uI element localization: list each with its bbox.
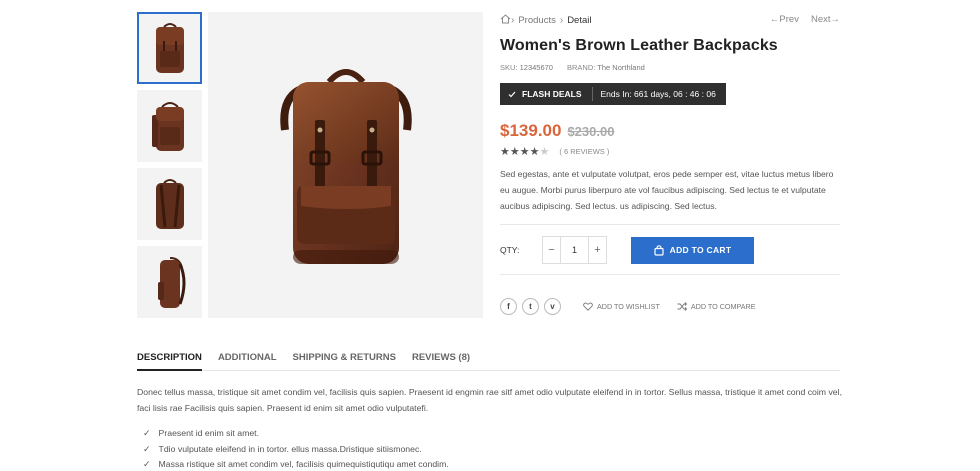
tab-panel-description: Donec tellus massa, tristique sit amet c… — [137, 384, 842, 471]
original-price: $230.00 — [567, 124, 615, 139]
short-description: Sed egestas, ante et vulputate volutpat,… — [500, 169, 834, 211]
rating-row: ★★★★★ ( 6 REVIEWS ) — [500, 145, 840, 158]
vimeo-icon[interactable]: v — [544, 297, 561, 315]
description-paragraph: Donec tellus massa, tristique sit amet c… — [137, 387, 842, 413]
product-details: › Products › Detail ←Prev Next→ Women's … — [500, 12, 840, 316]
breadcrumb-separator: › — [559, 14, 564, 26]
feature-list: ✓ Praesent id enim sit amet. ✓ Tdio vulput… — [137, 426, 842, 471]
star-icon: ★ — [509, 146, 520, 158]
backpack-thumb-image — [157, 257, 185, 308]
home-icon[interactable] — [500, 13, 511, 27]
brand-value[interactable]: The Northland — [597, 63, 645, 72]
countdown-timer: Ends In: 661 days, 06 : 46 : 06 — [600, 89, 716, 99]
main-product-image[interactable] — [208, 12, 483, 318]
product-meta: SKU: 12345670 BRAND: The Northland — [500, 63, 840, 72]
check-icon: ✓ — [143, 459, 151, 469]
star-icon: ★ — [519, 146, 530, 158]
thumbnail-4[interactable] — [137, 246, 202, 318]
sku-value: 12345670 — [519, 63, 553, 72]
compare-label: ADD TO COMPARE — [690, 301, 756, 311]
feature-text: Praesent id enim sit amet. — [158, 428, 259, 438]
next-link[interactable]: Next→ — [811, 14, 840, 25]
feature-item: ✓ Tdio vulputate eleifend in in tortor. e… — [137, 442, 842, 458]
breadcrumb: › Products › Detail ←Prev Next→ — [500, 12, 840, 28]
feature-text: Tdio vulputate eleifend in in tortor. el… — [158, 443, 422, 454]
feature-item: ✓ Massa ristique sit amet condim vel, fac… — [137, 457, 842, 471]
flash-deal-banner: FLASH DEALS Ends In: 661 days, 06 : 46 :… — [500, 83, 726, 105]
share-row: f t v ADD TO WISHLIST ADD TO COMPARE — [500, 296, 840, 316]
add-to-cart-label: ADD TO CART — [669, 245, 732, 255]
thumbnail-list — [137, 12, 203, 324]
feature-item: ✓ Praesent id enim sit amet. — [137, 426, 842, 442]
product-title: Women's Brown Leather Backpacks — [500, 37, 778, 54]
backpack-thumb-image — [151, 102, 184, 151]
breadcrumb-detail: Detail — [567, 14, 592, 26]
feature-text: Massa ristique sit amet condim vel, faci… — [158, 459, 449, 469]
breadcrumb-products[interactable]: Products — [518, 15, 556, 26]
wishlist-label: ADD TO WISHLIST — [597, 301, 660, 311]
star-icon: ★ — [529, 146, 540, 158]
heart-icon — [583, 302, 593, 311]
breadcrumb-separator: › — [511, 14, 515, 26]
check-icon: ✓ — [143, 428, 151, 438]
check-icon — [508, 91, 516, 97]
shuffle-icon — [677, 301, 687, 311]
review-count-link[interactable]: ( 6 REVIEWS ) — [559, 147, 609, 156]
star-icon: ★ — [539, 146, 550, 158]
twitter-icon[interactable]: t — [522, 297, 539, 315]
purchase-row: QTY: − 1 + ADD TO CART — [500, 236, 840, 264]
brand-label: BRAND: — [566, 63, 596, 72]
sku-label: SKU: — [500, 63, 518, 72]
tab-shipping-returns[interactable]: SHIPPING & RETURNS — [293, 348, 396, 371]
facebook-icon[interactable]: f — [500, 297, 517, 315]
flash-deal-text: FLASH DEALS — [522, 89, 582, 99]
add-to-compare-button[interactable]: ADD TO COMPARE — [677, 302, 756, 311]
flash-deal-label: FLASH DEALS — [500, 87, 593, 101]
quantity-label: QTY: — [500, 245, 520, 255]
tab-additional[interactable]: ADDITIONAL — [218, 348, 277, 371]
divider — [500, 224, 840, 225]
thumbnail-1[interactable] — [137, 12, 202, 84]
prev-link[interactable]: ←Prev — [770, 14, 799, 25]
check-icon: ✓ — [143, 443, 151, 454]
quantity-input[interactable]: 1 — [560, 237, 589, 263]
thumbnail-2[interactable] — [137, 90, 202, 162]
thumbnail-3[interactable] — [137, 168, 202, 240]
decrease-quantity-button[interactable]: − — [543, 237, 560, 263]
increase-quantity-button[interactable]: + — [589, 237, 606, 263]
product-tabs: DESCRIPTION ADDITIONAL SHIPPING & RETURN… — [137, 348, 840, 371]
add-to-wishlist-button[interactable]: ADD TO WISHLIST — [583, 302, 660, 311]
price-block: $139.00 $230.00 — [500, 121, 840, 141]
star-icon: ★ — [500, 146, 510, 158]
sku: SKU: 12345670 — [500, 63, 553, 72]
backpack-thumb-image — [155, 179, 184, 229]
divider — [500, 274, 840, 275]
product-pager: ←Prev Next→ — [770, 14, 840, 25]
backpack-thumb-image — [155, 23, 184, 73]
quantity-stepper: − 1 + — [542, 236, 607, 264]
brand: BRAND: The Northland — [567, 63, 645, 72]
tab-reviews[interactable]: REVIEWS (8) — [412, 348, 470, 371]
star-rating: ★★★★★ — [500, 145, 549, 158]
add-to-cart-button[interactable]: ADD TO CART — [631, 236, 754, 264]
shopping-bag-icon — [654, 244, 664, 256]
current-price: $139.00 — [500, 121, 562, 140]
tab-description[interactable]: DESCRIPTION — [137, 348, 202, 371]
backpack-image — [279, 69, 412, 264]
